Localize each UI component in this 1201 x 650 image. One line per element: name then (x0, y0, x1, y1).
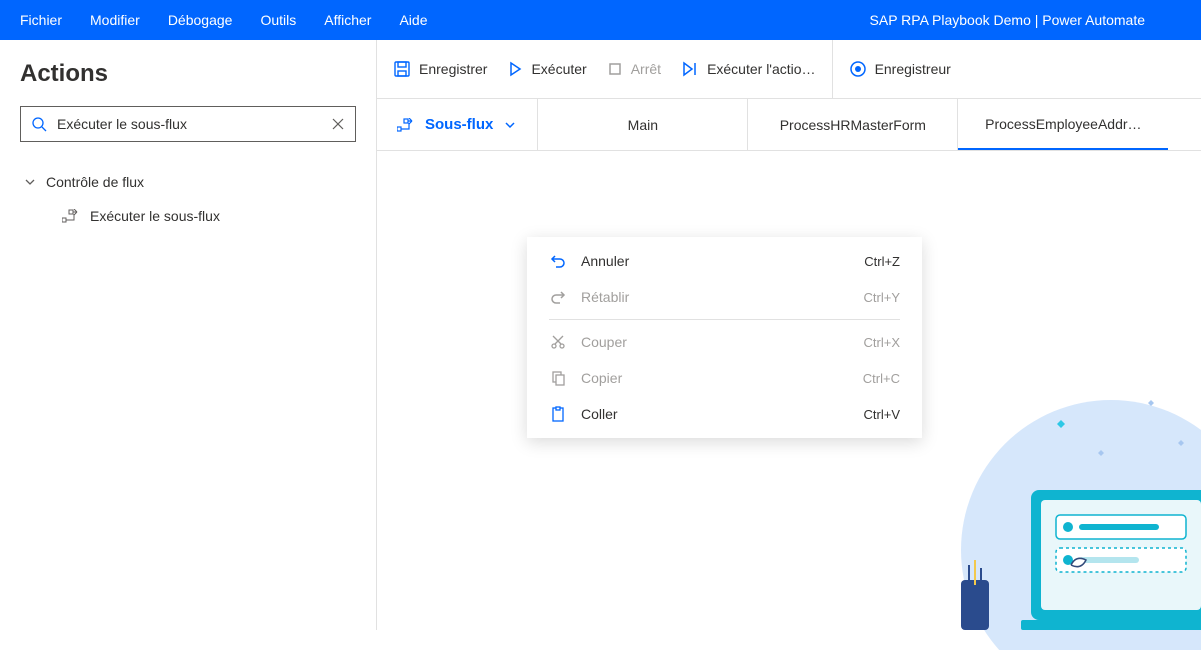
record-icon (849, 60, 867, 78)
copy-icon (549, 370, 567, 386)
ctx-redo-label: Rétablir (581, 289, 850, 305)
subflow-label: Sous-flux (425, 116, 493, 133)
ctx-copy-shortcut: Ctrl+C (863, 371, 900, 386)
action-label: Exécuter le sous-flux (90, 208, 220, 224)
ctx-paste-label: Coller (581, 406, 850, 422)
subflow-icon (62, 209, 80, 223)
search-box[interactable] (20, 106, 356, 142)
run-action-label: Exécuter l'actio… (707, 61, 816, 77)
ctx-redo: Rétablir Ctrl+Y (527, 279, 922, 315)
ctx-copy-label: Copier (581, 370, 849, 386)
toolbar-group-left: Enregistrer Exécuter Arrêt (377, 40, 833, 98)
menu-help[interactable]: Aide (387, 4, 439, 36)
category-label: Contrôle de flux (46, 174, 144, 190)
recorder-label: Enregistreur (875, 61, 951, 77)
chevron-down-icon (503, 118, 517, 132)
canvas[interactable]: Annuler Ctrl+Z Rétablir Ctrl+Y Couper (377, 151, 1201, 630)
chevron-down-icon (24, 176, 36, 188)
ctx-cut-shortcut: Ctrl+X (864, 335, 900, 350)
context-menu: Annuler Ctrl+Z Rétablir Ctrl+Y Couper (527, 237, 922, 438)
run-button[interactable]: Exécuter (507, 61, 586, 77)
ctx-paste-shortcut: Ctrl+V (864, 407, 900, 422)
menubar-left: Fichier Modifier Débogage Outils Affiche… (8, 4, 439, 36)
ctx-undo-shortcut: Ctrl+Z (864, 254, 900, 269)
action-run-subflow[interactable]: Exécuter le sous-flux (20, 202, 356, 230)
redo-icon (549, 289, 567, 305)
ctx-paste[interactable]: Coller Ctrl+V (527, 396, 922, 432)
recorder-button[interactable]: Enregistreur (849, 60, 951, 78)
subflow-dropdown[interactable]: Sous-flux (377, 99, 538, 150)
paste-icon (549, 406, 567, 422)
run-label: Exécuter (531, 61, 586, 77)
run-action-button[interactable]: Exécuter l'actio… (681, 61, 816, 77)
save-button[interactable]: Enregistrer (393, 60, 487, 78)
illustration (931, 370, 1201, 650)
toolbar: Enregistrer Exécuter Arrêt (377, 40, 1201, 99)
tab-processhrmasterform[interactable]: ProcessHRMasterForm (748, 99, 958, 150)
ctx-cut-label: Couper (581, 334, 850, 350)
subflow-icon (397, 118, 415, 132)
actions-title: Actions (20, 60, 356, 88)
play-icon (507, 61, 523, 77)
ctx-undo[interactable]: Annuler Ctrl+Z (527, 243, 922, 279)
play-next-icon (681, 61, 699, 77)
actions-panel: Actions Contrôle de flux Exécuter le sou… (0, 40, 377, 630)
undo-icon (549, 253, 567, 269)
tab-processemployeeaddr[interactable]: ProcessEmployeeAddr… (958, 99, 1168, 150)
menu-view[interactable]: Afficher (312, 4, 383, 36)
window-title: SAP RPA Playbook Demo | Power Automate (870, 12, 1145, 28)
ctx-redo-shortcut: Ctrl+Y (864, 290, 900, 305)
tab-main[interactable]: Main (538, 99, 748, 150)
menu-debug[interactable]: Débogage (156, 4, 245, 36)
ctx-cut: Couper Ctrl+X (527, 324, 922, 360)
menu-edit[interactable]: Modifier (78, 4, 152, 36)
save-icon (393, 60, 411, 78)
main-area: Actions Contrôle de flux Exécuter le sou… (0, 40, 1201, 630)
menu-file[interactable]: Fichier (8, 4, 74, 36)
menubar: Fichier Modifier Débogage Outils Affiche… (0, 0, 1201, 40)
stop-button: Arrêt (607, 61, 661, 77)
ctx-separator (549, 319, 900, 320)
ctx-undo-label: Annuler (581, 253, 850, 269)
search-input[interactable] (57, 116, 331, 132)
cut-icon (549, 334, 567, 350)
search-icon (31, 116, 47, 132)
stop-label: Arrêt (631, 61, 661, 77)
toolbar-group-right: Enregistreur (833, 40, 967, 98)
clear-search-icon[interactable] (331, 117, 345, 131)
stop-icon (607, 61, 623, 77)
ctx-copy: Copier Ctrl+C (527, 360, 922, 396)
tabbar: Sous-flux Main ProcessHRMasterForm Proce… (377, 99, 1201, 151)
menu-tools[interactable]: Outils (248, 4, 308, 36)
save-label: Enregistrer (419, 61, 487, 77)
content-area: Enregistrer Exécuter Arrêt (377, 40, 1201, 630)
category-flow-control[interactable]: Contrôle de flux (20, 168, 356, 196)
